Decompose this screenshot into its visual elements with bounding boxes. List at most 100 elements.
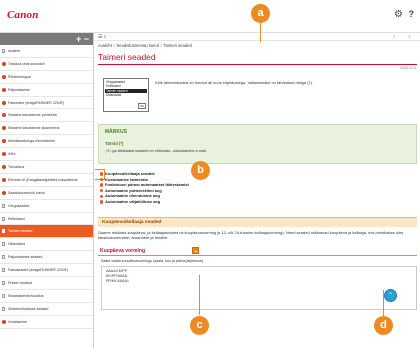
callout-d-line bbox=[383, 290, 384, 316]
breadcrumb: Avaleht>Seadistusmenüü loend>Taimeri sea… bbox=[98, 43, 192, 48]
sidebar-item-label: Avaleht bbox=[8, 49, 20, 53]
top-bar: Canon ⚙ ? bbox=[0, 0, 420, 33]
chapter-icon bbox=[2, 319, 6, 324]
note-box: MÄRKUS Tärnid (*) „*1“-ga tähistatud sea… bbox=[98, 124, 417, 164]
callout-b: b bbox=[191, 161, 210, 180]
sidebar-item-label: Printeri seaded bbox=[8, 281, 33, 286]
options-list: AAAA KK/PP KK/PP/AAAA PP/KK AAAA† bbox=[101, 266, 417, 311]
help-icon[interactable]: ? bbox=[409, 9, 415, 19]
sidebar-item[interactable]: Faksimine (imageRUNNER 2204F) bbox=[0, 97, 93, 110]
sidebar-item[interactable]: Süsteemihalduse seaded bbox=[0, 303, 93, 316]
lcd-row: Üldseaded bbox=[106, 93, 122, 98]
sidebar-item-label: Paljundamise seaded bbox=[8, 255, 43, 260]
sidebar-header: + − bbox=[0, 33, 93, 45]
sidebar-item-label: Seadistusmenüü loend bbox=[8, 190, 45, 195]
section-link[interactable]: Automaatne väljalülituse aeg bbox=[100, 199, 420, 205]
chapter-icon bbox=[2, 190, 6, 195]
note-subheading: Tärnid (*) bbox=[105, 141, 124, 146]
page-icon bbox=[2, 293, 6, 298]
sidebar-item-label: Paljundamine bbox=[8, 87, 30, 92]
sidebar-item[interactable]: Seadme kasutamine printerina bbox=[0, 109, 93, 123]
chapter-icon bbox=[2, 100, 6, 105]
chapter-icon bbox=[2, 87, 6, 92]
sidebar-item-label: Remote UI (Kaugkasutajaliides) kasutamin… bbox=[8, 177, 78, 182]
sidebar-item[interactable]: Paljundamine bbox=[0, 84, 93, 97]
sidebar-item[interactable]: Üldseaded bbox=[0, 238, 93, 252]
section-heading: Kuupäeva/kellaaja seaded bbox=[98, 217, 417, 227]
sidebar-item[interactable]: Võrguseaded bbox=[0, 200, 93, 213]
page-icon bbox=[2, 255, 6, 260]
sidebar-item-label: Süsteemihalduse seaded bbox=[8, 306, 49, 311]
arrow-icon bbox=[100, 194, 104, 198]
sidebar-item[interactable]: Remote UI (Kaugkasutajaliides) kasutamin… bbox=[0, 174, 93, 187]
manual-window: Canon ⚙ ? + − Avaleht Toitoluut uharuotoo… bbox=[0, 0, 420, 348]
sidebar-item-label: Faksimine (imageRUNNER 2204F) bbox=[8, 100, 65, 105]
sidebar-item[interactable]: Printeri seaded bbox=[0, 277, 93, 290]
sidebar-item[interactable]: Mobiilseadmega ühendamine bbox=[0, 135, 93, 149]
sidebar-item[interactable]: Faksiseaded (imageRUNNER 2204F) bbox=[0, 264, 93, 278]
chapter-icon bbox=[2, 126, 6, 131]
prev-next-icons[interactable]: ‹ › bbox=[393, 33, 416, 41]
sidebar-item-label: Toitoluut uharuotoodob bbox=[8, 61, 45, 66]
breadcrumb-item[interactable]: Avaleht bbox=[98, 43, 112, 48]
arrow-icon bbox=[100, 200, 104, 204]
page-icon bbox=[2, 281, 6, 286]
arrow-icon bbox=[100, 188, 104, 193]
menu-search-icons[interactable]: ☰ ⌕ bbox=[98, 33, 107, 41]
sidebar-item[interactable]: Turvalisus bbox=[0, 161, 93, 174]
page-icon bbox=[2, 203, 6, 208]
canon-logo[interactable]: Canon bbox=[7, 9, 39, 21]
page-icon bbox=[2, 49, 6, 53]
gear-icon[interactable]: ⚙ bbox=[394, 9, 403, 20]
arrow-icon bbox=[100, 172, 104, 176]
section-link-label: Funktsioon pärast automaatset lähtestami… bbox=[105, 182, 189, 188]
page-icon bbox=[2, 216, 6, 221]
expand-collapse-controls[interactable]: + − bbox=[76, 33, 89, 45]
sidebar-item[interactable]: Hooldamine bbox=[0, 316, 93, 329]
sidebar-item[interactable]: Põhitoimingud bbox=[0, 71, 93, 84]
sidebar-item-label: Üldseaded bbox=[8, 242, 26, 247]
scroll-to-top-button[interactable]: ⌃ bbox=[384, 289, 397, 302]
section-link-label: Automaatne ühendustne aeg bbox=[105, 193, 160, 199]
document-code: 14W5-07A bbox=[399, 66, 416, 70]
sidebar: + − Avaleht Toitoluut uharuotoodob Põhitoi… bbox=[0, 33, 94, 348]
sidebar-item[interactable]: Toitoluut uharuotoodob bbox=[0, 58, 93, 71]
sidebar-item[interactable]: Paljundamise seaded bbox=[0, 251, 93, 265]
sidebar-item[interactable]: Taimeri seaded bbox=[0, 225, 93, 239]
breadcrumb-item[interactable]: Seadistusmenüü loend bbox=[116, 43, 159, 48]
page-icon bbox=[2, 242, 6, 247]
page-icon bbox=[2, 229, 6, 234]
subsection-heading: Kuupäeva vorming bbox=[98, 246, 417, 257]
sidebar-item[interactable]: Võrk bbox=[0, 148, 93, 162]
page-icon bbox=[2, 268, 6, 273]
callout-a: a bbox=[251, 4, 270, 23]
sidebar-list: Avaleht Toitoluut uharuotoodob Põhitoiming… bbox=[0, 45, 93, 329]
note-heading: MÄRKUS bbox=[105, 129, 127, 135]
sidebar-item-label: Faksiseaded (imageRUNNER 2204F) bbox=[8, 268, 69, 273]
sidebar-item[interactable]: Seadistamine/hooldus bbox=[0, 290, 93, 303]
section-link-label: Kuupäeva/kellaaja seaded bbox=[105, 171, 155, 176]
main-content: ☰ ⌕ ‹ › Avaleht>Seadistusmenüü loend>Tai… bbox=[95, 33, 420, 348]
arrow-icon bbox=[100, 177, 104, 182]
arrow-icon bbox=[100, 183, 104, 187]
sidebar-item-label: Turvalisus bbox=[8, 165, 25, 170]
option-item: PP/KK AAAA† bbox=[106, 279, 129, 283]
lcd-screen-image: Võrguseaded Eelistused Taimeri seaded Ül… bbox=[103, 78, 149, 112]
chapter-icon bbox=[2, 74, 6, 79]
sidebar-item[interactable]: Eelistused bbox=[0, 213, 93, 226]
link-list: Kuupäeva/kellaaja seaded Kustutamise taim… bbox=[100, 171, 420, 205]
chapter-icon bbox=[2, 165, 6, 170]
sidebar-item-label: Taimeri seaded bbox=[8, 229, 33, 234]
intro-row: Võrguseaded Eelistused Taimeri seaded Ül… bbox=[95, 72, 420, 118]
sidebar-item[interactable]: Seadistusmenüü loend bbox=[0, 187, 93, 200]
chapter-icon bbox=[2, 113, 6, 118]
section-link-label: Automaatne puhkerežiimi aeg bbox=[105, 187, 162, 193]
section-text: Saame määrata kuupäeva- ja kellaajaseade… bbox=[98, 230, 404, 241]
sidebar-item[interactable]: Seadme kasutamine skannerina bbox=[0, 122, 93, 136]
section-links: Kuupäeva/kellaaja seaded Kustutamise taim… bbox=[95, 169, 420, 211]
section-link-label: Kustutamise taimerala bbox=[105, 176, 148, 182]
collapse-toggle-icon[interactable] bbox=[192, 247, 199, 255]
sidebar-item-label: Seadistamine/hooldus bbox=[8, 293, 44, 298]
sidebar-item-label: Eelistused bbox=[8, 216, 25, 221]
sidebar-item[interactable]: Avaleht bbox=[0, 45, 93, 58]
